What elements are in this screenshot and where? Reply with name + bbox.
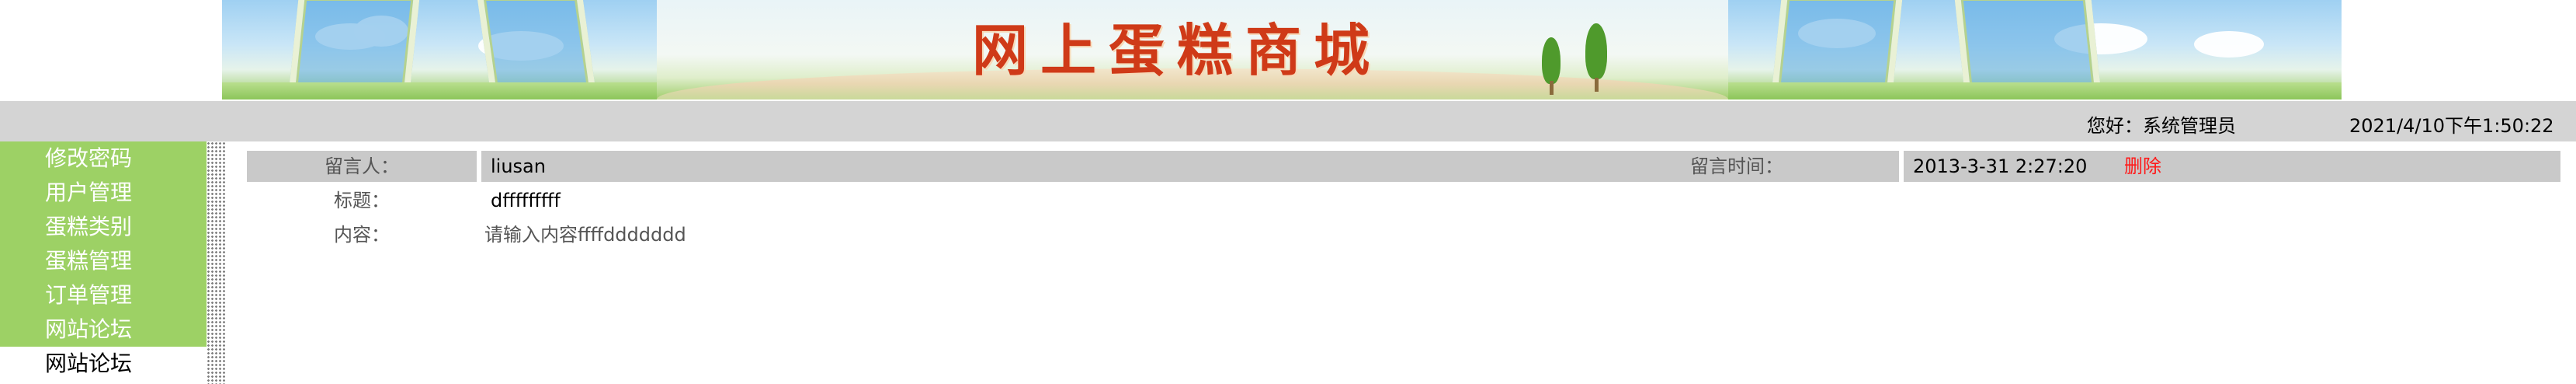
sidebar-item-order-management[interactable]: 订单管理 bbox=[0, 278, 207, 312]
site-banner: 网上蛋糕商城 bbox=[222, 0, 2342, 99]
message-meta-row: 留言人： liusan 留言时间： 2013-3-31 2:27:20 删除 bbox=[247, 151, 2560, 182]
user-greeting: 您好：系统管理员 bbox=[2087, 115, 2236, 137]
current-datetime: 2021/4/10下午1:50:22 bbox=[2349, 115, 2554, 137]
header-status-bar: 您好：系统管理员 2021/4/10下午1:50:22 bbox=[0, 101, 2576, 141]
time-label: 留言时间： bbox=[1574, 151, 1899, 182]
banner-window-left bbox=[222, 0, 657, 99]
sidebar-item-forum[interactable]: 网站论坛 bbox=[0, 312, 207, 347]
sidebar-item-cake-management[interactable]: 蛋糕管理 bbox=[0, 244, 207, 278]
title-value: dfffffffff bbox=[491, 190, 561, 211]
delete-link[interactable]: 删除 bbox=[2124, 155, 2161, 177]
message-content-row: 内容： 请输入内容ffffddddddd bbox=[247, 219, 2560, 250]
content-label: 内容： bbox=[334, 224, 390, 246]
author-label: 留言人： bbox=[247, 151, 477, 182]
sidebar-divider bbox=[207, 141, 227, 384]
site-title: 网上蛋糕商城 bbox=[971, 17, 1382, 83]
message-title-row: 标题： dfffffffff bbox=[247, 185, 2560, 216]
sidebar-item-forum-current[interactable]: 网站论坛 bbox=[0, 347, 207, 381]
sidebar-item-change-password[interactable]: 修改密码 bbox=[0, 141, 207, 176]
author-value: liusan bbox=[481, 151, 1579, 182]
banner-window-right bbox=[1728, 0, 2342, 99]
admin-sidebar: 修改密码 用户管理 蛋糕类别 蛋糕管理 订单管理 网站论坛 网站论坛 bbox=[0, 141, 207, 384]
time-cell: 2013-3-31 2:27:20 删除 bbox=[1904, 151, 2560, 182]
sidebar-item-user-management[interactable]: 用户管理 bbox=[0, 176, 207, 210]
sidebar-item-cake-category[interactable]: 蛋糕类别 bbox=[0, 210, 207, 244]
title-label: 标题： bbox=[334, 190, 390, 211]
content-value: 请输入内容ffffddddddd bbox=[484, 224, 686, 246]
time-value: 2013-3-31 2:27:20 bbox=[1913, 155, 2088, 177]
